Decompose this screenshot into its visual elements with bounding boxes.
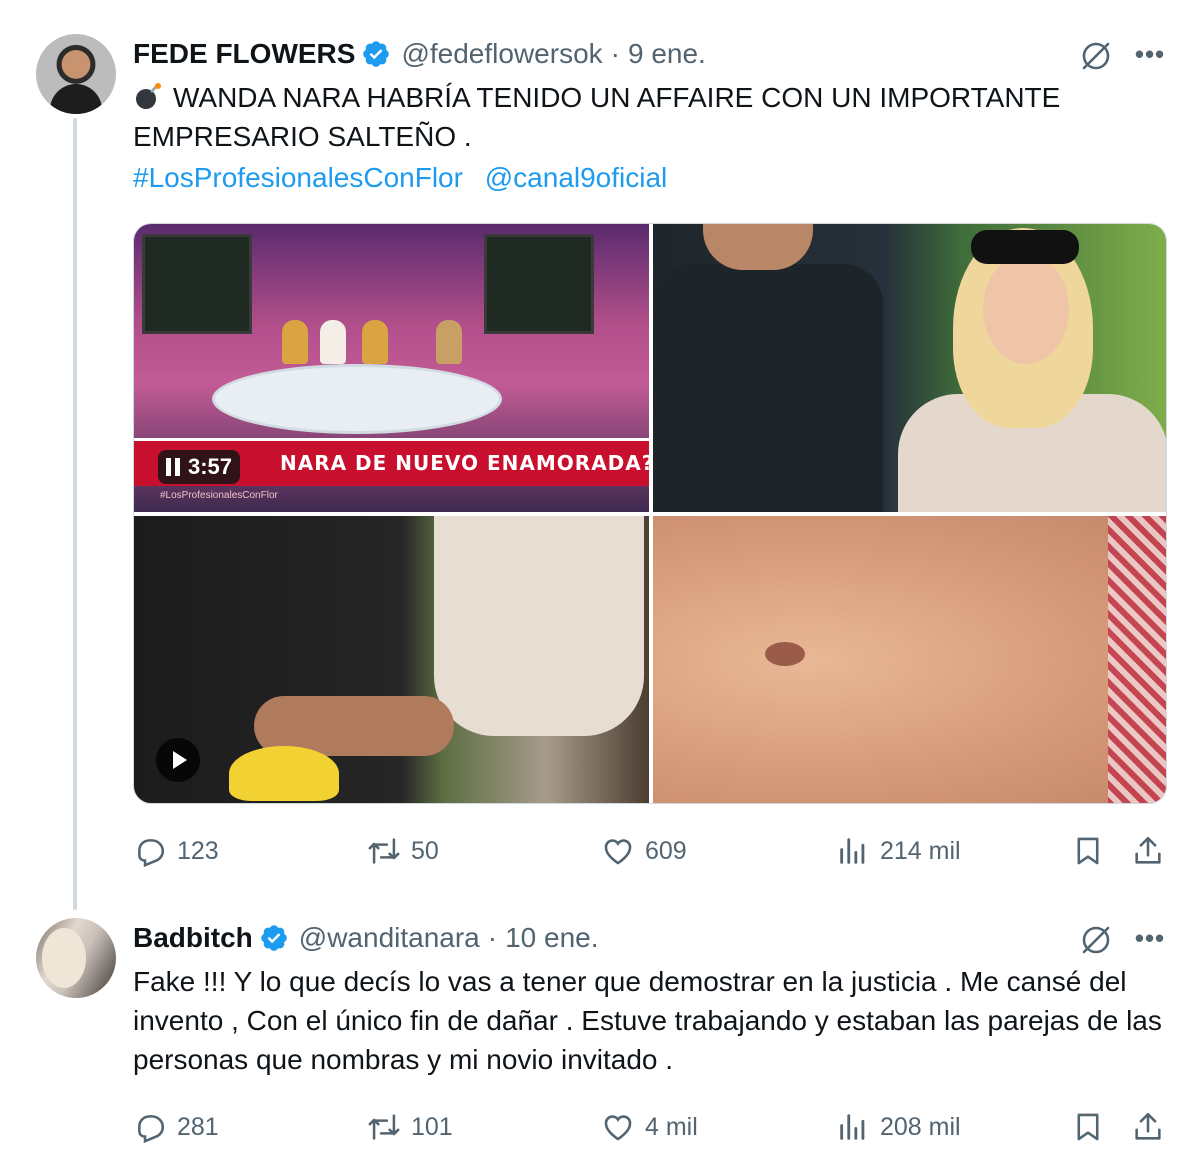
media-photo[interactable]	[653, 516, 1166, 803]
author-handle[interactable]: @wanditanara	[299, 922, 480, 954]
tweet-text: WANDA NARA HABRÍA TENIDO UN AFFAIRE CON …	[133, 82, 1061, 152]
reply-count: 123	[177, 836, 219, 865]
like-count: 4 mil	[645, 1112, 698, 1141]
like-count: 609	[645, 836, 687, 865]
bananas	[229, 746, 339, 801]
tweet-date[interactable]: 10 ene.	[505, 922, 598, 954]
sunglasses	[971, 230, 1079, 264]
heart-icon	[604, 1115, 632, 1141]
verified-badge-icon	[363, 41, 390, 67]
media-video-thumbnail[interactable]: NARA DE NUEVO ENAMORADA? 3:57 #LosProfes…	[134, 224, 649, 512]
views-count: 208 mil	[880, 1112, 961, 1141]
retweet-count: 50	[411, 836, 439, 865]
studio-screen	[484, 234, 594, 334]
share-button[interactable]	[1131, 1107, 1165, 1147]
reply-button[interactable]: 123	[133, 831, 219, 871]
hashtag-link[interactable]: #LosProfesionalesConFlor	[133, 162, 463, 193]
views-chart-icon	[840, 1114, 865, 1140]
thread-connector-line	[73, 118, 77, 910]
heart-icon	[604, 839, 632, 865]
tweet-text: Fake !!! Y lo que decís lo vas a tener q…	[133, 966, 1162, 1075]
retweet-icon	[368, 1114, 400, 1140]
retweet-icon	[368, 838, 400, 864]
grok-icon[interactable]	[1078, 38, 1114, 74]
reply-icon	[138, 839, 165, 868]
more-options-icon[interactable]: •••	[1132, 36, 1168, 72]
mention-link[interactable]: @canal9oficial	[485, 162, 668, 193]
views-chart-icon	[840, 838, 865, 864]
avatar[interactable]	[36, 34, 116, 114]
share-icon	[1135, 1112, 1161, 1140]
bookmark-icon	[1077, 837, 1099, 865]
pause-icon[interactable]	[166, 458, 180, 476]
views-count: 214 mil	[880, 836, 961, 865]
avatar[interactable]	[36, 918, 116, 998]
grok-icon[interactable]	[1078, 922, 1114, 958]
like-button[interactable]: 4 mil	[601, 1107, 698, 1147]
studio-desk	[212, 364, 502, 434]
bookmark-button[interactable]	[1071, 1107, 1105, 1147]
tweet-actions: 123 50 609 214 mil	[133, 831, 1173, 871]
bookmark-icon	[1077, 1113, 1099, 1141]
bookmark-button[interactable]	[1071, 831, 1105, 871]
studio-screen	[142, 234, 252, 334]
share-button[interactable]	[1131, 831, 1165, 871]
views-button[interactable]: 214 mil	[836, 831, 961, 871]
like-button[interactable]: 609	[601, 831, 687, 871]
verified-badge-icon	[260, 925, 287, 951]
play-icon[interactable]	[156, 738, 200, 782]
timer-value: 3:57	[188, 454, 233, 479]
banner-headline: NARA DE NUEVO ENAMORADA?	[280, 451, 649, 475]
author-handle[interactable]: @fedeflowersok	[401, 38, 602, 70]
media-video-thumbnail[interactable]	[134, 516, 649, 803]
media-photo[interactable]	[653, 224, 1166, 512]
video-timer[interactable]: 3:57	[158, 450, 241, 484]
more-options-icon[interactable]: •••	[1132, 920, 1168, 956]
retweet-count: 101	[411, 1112, 453, 1141]
tweet-header: Badbitch @wanditanara · 10 ene.	[133, 920, 599, 956]
media-grid: NARA DE NUEVO ENAMORADA? 3:57 #LosProfes…	[133, 223, 1167, 804]
separator-dot: ·	[487, 922, 498, 953]
author-name[interactable]: FEDE FLOWERS	[133, 38, 355, 70]
tweet-hashtags: #LosProfesionalesConFlor @canal9oficial	[133, 158, 681, 197]
share-icon	[1135, 836, 1161, 864]
retweet-button[interactable]: 101	[367, 1107, 453, 1147]
reply-button[interactable]: 281	[133, 1107, 219, 1147]
views-button[interactable]: 208 mil	[836, 1107, 961, 1147]
author-name[interactable]: Badbitch	[133, 922, 253, 954]
man-figure	[653, 264, 883, 512]
retweet-button[interactable]: 50	[367, 831, 439, 871]
tweet-date[interactable]: 9 ene.	[628, 38, 706, 70]
separator-dot: ·	[610, 38, 620, 69]
tweet-header: FEDE FLOWERS @fedeflowersok · 9 ene.	[133, 36, 706, 72]
reply-icon	[138, 1115, 165, 1144]
bomb-icon	[136, 83, 161, 109]
banner-subtitle: #LosProfesionalesConFlor	[160, 490, 278, 501]
tweet-actions: 281 101 4 mil 208 mil	[133, 1107, 1173, 1147]
reply-count: 281	[177, 1112, 219, 1141]
